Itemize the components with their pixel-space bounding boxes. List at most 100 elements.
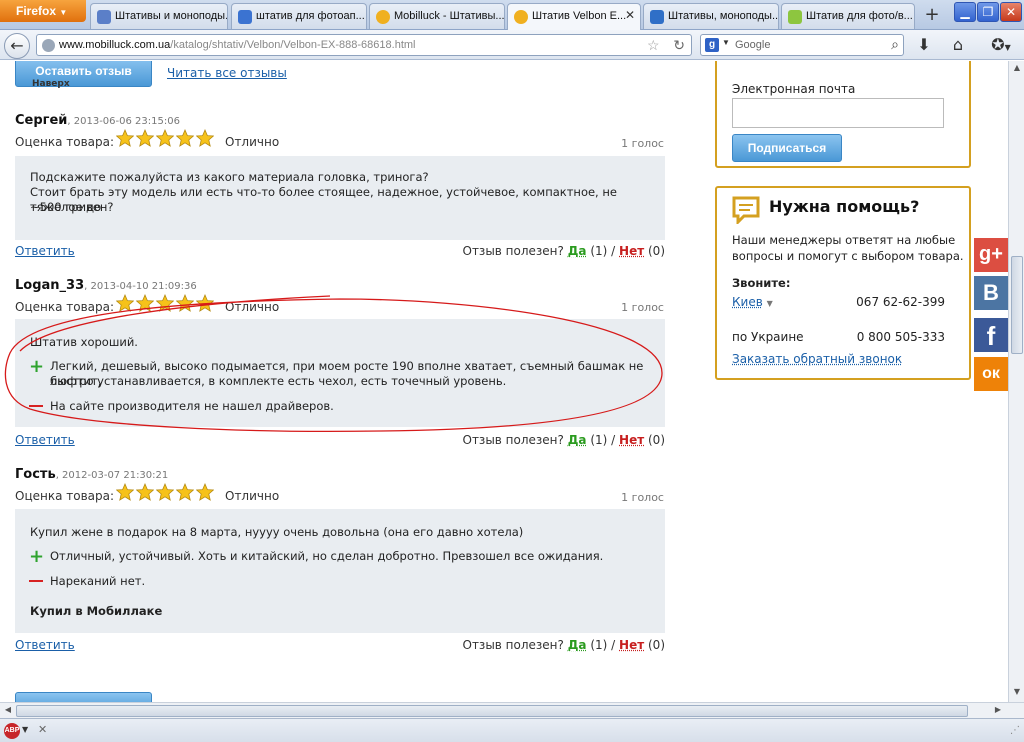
vkontakte-icon[interactable]: В xyxy=(974,276,1008,310)
useful-no-link[interactable]: Нет xyxy=(619,638,644,652)
favicon-icon xyxy=(788,10,802,24)
resize-grip-icon[interactable]: ⋰ xyxy=(1010,725,1022,737)
url-bar[interactable]: www.mobilluck.com.ua/katalog/shtativ/Vel… xyxy=(36,34,692,56)
globe-icon xyxy=(42,39,55,52)
tab-0[interactable]: Штативы и моноподы... xyxy=(90,3,228,29)
tab-2[interactable]: Mobilluck - Штативы... xyxy=(369,3,505,29)
review-text-line: Стоит брать эту модель или есть что-то б… xyxy=(30,185,617,214)
useful-no-link[interactable]: Нет xyxy=(619,244,644,258)
subscribe-box: Электронная почта Подписаться xyxy=(715,61,971,168)
scroll-right-icon[interactable]: ▶ xyxy=(992,705,1004,717)
rating-label: Оценка товара: xyxy=(15,135,115,149)
reply-link[interactable]: Ответить xyxy=(15,244,75,258)
review-useful: Отзыв полезен? Да (1) / Нет (0) xyxy=(462,244,666,258)
city-select[interactable]: Киев ▼ xyxy=(732,295,773,309)
callback-link[interactable]: Заказать обратный звонок xyxy=(732,352,902,366)
review-text-box: Купил жене в подарок на 8 марта, нуууу о… xyxy=(15,509,665,633)
google-plus-icon[interactable]: g+ xyxy=(974,238,1008,272)
bookmark-star-icon[interactable]: ☆ xyxy=(647,37,665,55)
chevron-down-icon: ▼ xyxy=(766,299,773,308)
help-box: Нужна помощь? Наши менеджеры ответят на … xyxy=(715,186,971,380)
minimize-button[interactable]: ▁ xyxy=(954,2,976,22)
help-description-line: Наши менеджеры ответят на любые xyxy=(732,233,956,247)
subscribe-button[interactable]: Подписаться xyxy=(732,134,842,162)
useful-yes-link[interactable]: Да xyxy=(568,638,587,652)
tab-1[interactable]: штатив для фотоап... xyxy=(231,3,367,29)
reload-icon[interactable]: ↻ xyxy=(673,37,685,54)
facebook-icon[interactable]: f xyxy=(974,318,1008,352)
maximize-button[interactable]: ❐ xyxy=(977,2,999,22)
help-description-line: вопросы и помогут с выбором товара. xyxy=(732,249,964,263)
tab-4[interactable]: Штативы, моноподы... xyxy=(643,3,779,29)
rating-label: Оценка товара: xyxy=(15,489,115,503)
tab-5[interactable]: Штатив для фото/в... xyxy=(781,3,915,29)
home-icon[interactable]: ⌂ xyxy=(946,34,970,56)
minus-icon xyxy=(29,580,43,582)
read-all-reviews-link[interactable]: Читать все отзывы xyxy=(167,66,287,80)
reviewer-name: Гость, 2012-03-07 21:30:21 xyxy=(15,467,169,482)
subscribe-label: Подписаться xyxy=(747,141,827,155)
useful-yes-count: (1) xyxy=(590,638,608,652)
scroll-up-icon[interactable]: ▲ xyxy=(1011,63,1023,75)
tab-title: Штативы и моноподы... xyxy=(115,10,228,22)
chevron-down-icon: ▼ xyxy=(59,8,68,17)
favicon-icon xyxy=(650,10,664,24)
useful-label: Отзыв полезен? xyxy=(462,244,564,258)
firefox-menu-button[interactable]: Firefox ▼ xyxy=(0,0,86,22)
search-bar[interactable]: g ▼ Google ⌕ xyxy=(700,34,904,56)
close-window-button[interactable]: ✕ xyxy=(1000,2,1022,22)
reply-link[interactable]: Ответить xyxy=(15,638,75,652)
rating-stars xyxy=(116,483,216,501)
search-icon[interactable]: ⌕ xyxy=(891,36,899,53)
close-tab-icon[interactable]: ✕ xyxy=(625,8,635,22)
help-description: Наши менеджеры ответят на любые вопросы … xyxy=(732,232,964,264)
review-useful: Отзыв полезен? Да (1) / Нет (0) xyxy=(462,638,666,652)
useful-no-count: (0) xyxy=(648,638,665,652)
email-input[interactable] xyxy=(732,98,944,128)
star-icon xyxy=(196,129,214,147)
back-to-top-link[interactable]: Наверх xyxy=(32,79,70,89)
chevron-down-icon[interactable]: ▼ xyxy=(722,38,730,47)
google-icon[interactable]: g xyxy=(705,38,719,52)
tab-3-active[interactable]: Штатив Velbon E... ✕ xyxy=(507,3,641,30)
tab-title: Штативы, моноподы... xyxy=(668,10,779,22)
status-bar: ABP ▼ ✕ ⋰ xyxy=(0,718,1024,742)
tab-bar: Firefox ▼ Штативы и моноподы... штатив д… xyxy=(0,0,1024,30)
bought-in-store-note: Купил в Мобиллаке xyxy=(30,604,163,618)
tab-title: Mobilluck - Штативы... xyxy=(394,10,505,22)
chevron-down-icon[interactable]: ▼ xyxy=(22,725,28,734)
plus-icon: + xyxy=(29,546,45,567)
downloads-icon[interactable]: ⬇ xyxy=(912,34,936,56)
more-reviews-button[interactable] xyxy=(15,692,152,702)
close-icon[interactable]: ✕ xyxy=(38,723,47,736)
vertical-scroll-thumb[interactable] xyxy=(1011,256,1023,354)
navigation-bar: ← www.mobilluck.com.ua/katalog/shtativ/V… xyxy=(0,30,1024,60)
useful-yes-link[interactable]: Да xyxy=(568,244,587,258)
useful-yes-count: (1) xyxy=(590,244,608,258)
scroll-down-icon[interactable]: ▼ xyxy=(1011,687,1023,699)
reviewer-name-text: Сергей xyxy=(15,113,68,128)
horizontal-scroll-thumb[interactable] xyxy=(16,705,968,717)
useful-no-count: (0) xyxy=(648,244,665,258)
new-tab-button[interactable]: + xyxy=(918,4,946,28)
star-icon xyxy=(116,483,134,501)
vertical-scrollbar[interactable]: ▲ ▼ xyxy=(1008,61,1024,702)
star-icon xyxy=(176,483,194,501)
star-icon xyxy=(116,129,134,147)
url-path: /katalog/shtativ/Velbon/Velbon-EX-888-68… xyxy=(170,39,416,51)
help-title: Нужна помощь? xyxy=(769,197,920,216)
vote-count: 1 голос xyxy=(621,137,664,150)
vote-count: 1 голос xyxy=(621,491,664,504)
scroll-left-icon[interactable]: ◀ xyxy=(2,705,14,717)
odnoklassniki-icon[interactable]: ок xyxy=(974,357,1008,391)
horizontal-scrollbar[interactable]: ◀ ▶ xyxy=(0,702,1024,718)
review-text-line: Подскажите пожалуйста из какого материал… xyxy=(30,170,429,184)
bookmarks-menu-icon[interactable]: ✪▼ xyxy=(984,34,1018,56)
review-summary: Купил жене в подарок на 8 марта, нуууу о… xyxy=(30,525,524,539)
adblock-icon[interactable]: ABP xyxy=(4,723,20,739)
back-button[interactable]: ← xyxy=(4,33,30,59)
ukraine-phone: 0 800 505-333 xyxy=(856,330,945,344)
reviewer-name: Сергей, 2013-06-06 23:15:06 xyxy=(15,113,180,128)
email-label: Электронная почта xyxy=(732,82,856,96)
city-name: Киев xyxy=(732,295,763,309)
